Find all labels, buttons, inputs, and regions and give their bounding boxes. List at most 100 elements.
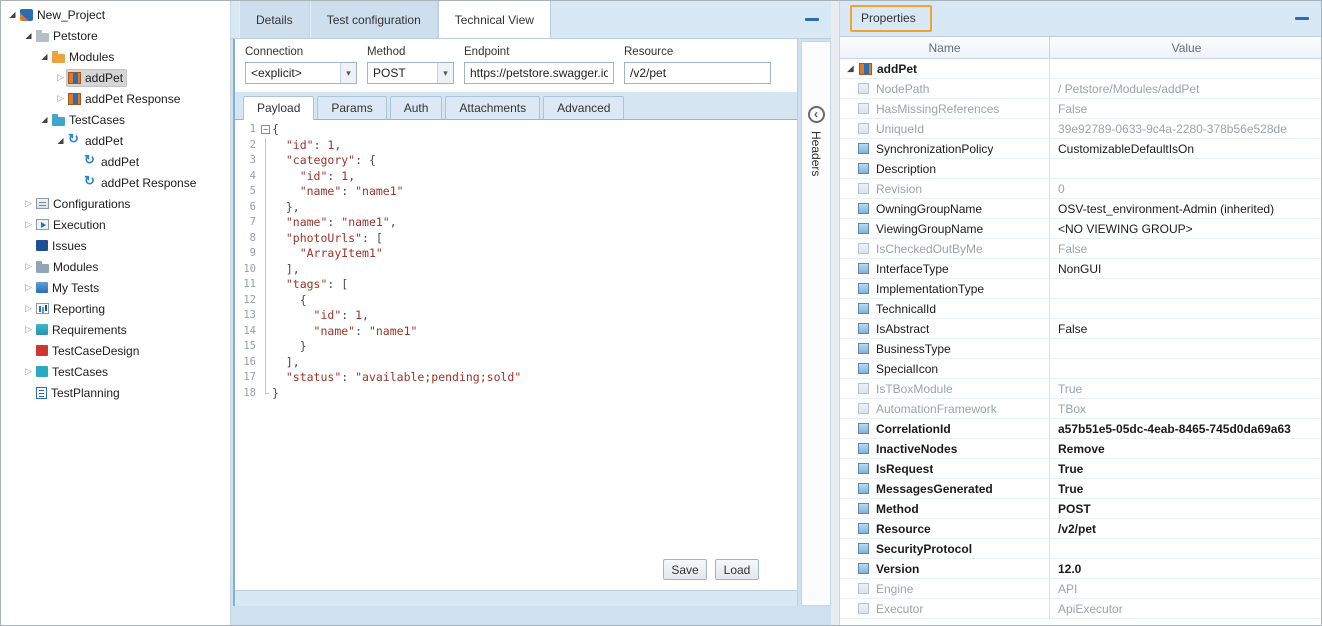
property-value[interactable]: True: [1050, 382, 1322, 396]
property-row-isrequest[interactable]: IsRequestTrue: [840, 459, 1322, 479]
collapse-arrow-icon[interactable]: ◢: [54, 136, 67, 145]
expand-arrow-icon[interactable]: ▷: [22, 303, 35, 314]
chevron-down-icon[interactable]: ▾: [340, 63, 356, 83]
expand-arrow-icon[interactable]: ▷: [54, 93, 67, 104]
property-row-implementationtype[interactable]: ImplementationType: [840, 279, 1322, 299]
tree-item-new_project[interactable]: ◢New_Project: [1, 4, 230, 25]
property-value[interactable]: 12.0: [1050, 562, 1322, 576]
property-row-messagesgenerated[interactable]: MessagesGeneratedTrue: [840, 479, 1322, 499]
collapse-arrow-icon[interactable]: ◢: [6, 10, 19, 19]
property-row-correlationid[interactable]: CorrelationIda57b51e5-05dc-4eab-8465-745…: [840, 419, 1322, 439]
property-row-synchronizationpolicy[interactable]: SynchronizationPolicyCustomizableDefault…: [840, 139, 1322, 159]
property-row-automationframework[interactable]: AutomationFrameworkTBox: [840, 399, 1322, 419]
expand-arrow-icon[interactable]: ▷: [22, 366, 35, 377]
property-value[interactable]: True: [1050, 462, 1322, 476]
expand-arrow-icon[interactable]: ▷: [22, 198, 35, 209]
property-row-description[interactable]: Description: [840, 159, 1322, 179]
tree-item-requirements[interactable]: ▷Requirements: [1, 319, 230, 340]
tree-item-my-tests[interactable]: ▷My Tests: [1, 277, 230, 298]
connection-select[interactable]: <explicit>▾: [245, 62, 357, 84]
property-value[interactable]: a57b51e5-05dc-4eab-8465-745d0da69a63: [1050, 422, 1322, 436]
property-value[interactable]: Remove: [1050, 442, 1322, 456]
property-value[interactable]: / Petstore/Modules/addPet: [1050, 82, 1322, 96]
property-row-engine[interactable]: EngineAPI: [840, 579, 1322, 599]
collapse-panel-icon[interactable]: [805, 18, 819, 21]
property-row-method[interactable]: MethodPOST: [840, 499, 1322, 519]
property-row-ischeckedoutbyme[interactable]: IsCheckedOutByMeFalse: [840, 239, 1322, 259]
tree-item-configurations[interactable]: ▷Configurations: [1, 193, 230, 214]
property-row-securityprotocol[interactable]: SecurityProtocol: [840, 539, 1322, 559]
tab-payload[interactable]: Payload: [243, 96, 314, 120]
tab-advanced[interactable]: Advanced: [543, 96, 624, 119]
property-row-nodepath[interactable]: NodePath/ Petstore/Modules/addPet: [840, 79, 1322, 99]
tree-item-addpet[interactable]: addPet: [1, 151, 230, 172]
expand-arrow-icon[interactable]: ▷: [22, 282, 35, 293]
property-row-executor[interactable]: ExecutorApiExecutor: [840, 599, 1322, 619]
tree-item-petstore[interactable]: ◢Petstore: [1, 25, 230, 46]
property-value[interactable]: CustomizableDefaultIsOn: [1050, 142, 1322, 156]
expand-arrow-icon[interactable]: ▷: [22, 219, 35, 230]
tab-technical-view[interactable]: Technical View: [438, 1, 551, 38]
method-select[interactable]: POST▾: [367, 62, 454, 84]
tree-item-testcases[interactable]: ▷TestCases: [1, 361, 230, 382]
collapse-arrow-icon[interactable]: ◢: [22, 31, 35, 40]
tree-item-testcasedesign[interactable]: TestCaseDesign: [1, 340, 230, 361]
property-value[interactable]: False: [1050, 242, 1322, 256]
collapse-arrow-icon[interactable]: ◢: [38, 115, 51, 124]
property-value[interactable]: POST: [1050, 502, 1322, 516]
tree-item-testcases[interactable]: ◢TestCases: [1, 109, 230, 130]
tab-test-configuration[interactable]: Test configuration: [310, 1, 438, 38]
property-value[interactable]: False: [1050, 102, 1322, 116]
property-row-interfacetype[interactable]: InterfaceTypeNonGUI: [840, 259, 1322, 279]
property-value[interactable]: <NO VIEWING GROUP>: [1050, 222, 1322, 236]
tree-item-testplanning[interactable]: TestPlanning: [1, 382, 230, 403]
collapse-arrow-icon[interactable]: ◢: [38, 52, 51, 61]
property-row-owninggroupname[interactable]: OwningGroupNameOSV-test_environment-Admi…: [840, 199, 1322, 219]
resource-input[interactable]: [624, 62, 771, 84]
load-button[interactable]: Load: [715, 559, 759, 580]
tree-item-addpet[interactable]: ◢addPet: [1, 130, 230, 151]
tab-details[interactable]: Details: [239, 1, 310, 38]
tree-item-modules[interactable]: ▷Modules: [1, 256, 230, 277]
tree-item-addpet-response[interactable]: addPet Response: [1, 172, 230, 193]
tree-item-execution[interactable]: ▷Execution: [1, 214, 230, 235]
collapse-arrow-icon[interactable]: ◢: [844, 64, 857, 73]
endpoint-input[interactable]: [464, 62, 614, 84]
property-row-hasmissingreferences[interactable]: HasMissingReferencesFalse: [840, 99, 1322, 119]
property-row-isabstract[interactable]: IsAbstractFalse: [840, 319, 1322, 339]
tree-item-addpet-response[interactable]: ▷addPet Response: [1, 88, 230, 109]
property-row-resource[interactable]: Resource/v2/pet: [840, 519, 1322, 539]
property-row-specialicon[interactable]: SpecialIcon: [840, 359, 1322, 379]
expand-headers-icon[interactable]: ‹: [808, 106, 825, 123]
property-value[interactable]: OSV-test_environment-Admin (inherited): [1050, 202, 1322, 216]
tree-item-addpet[interactable]: ▷addPet: [1, 67, 230, 88]
property-row-istboxmodule[interactable]: IsTBoxModuleTrue: [840, 379, 1322, 399]
property-value[interactable]: True: [1050, 482, 1322, 496]
property-value[interactable]: False: [1050, 322, 1322, 336]
save-button[interactable]: Save: [663, 559, 707, 580]
property-row-technicalid[interactable]: TechnicalId: [840, 299, 1322, 319]
payload-json-editor[interactable]: 1−{2 "id": 1,3 "category": {4 "id": 1,5 …: [235, 120, 797, 401]
property-value[interactable]: API: [1050, 582, 1322, 596]
tab-auth[interactable]: Auth: [390, 96, 443, 119]
headers-side-tab[interactable]: ‹ Headers: [801, 41, 831, 606]
fold-collapse-icon[interactable]: −: [259, 122, 272, 138]
property-row-revision[interactable]: Revision0: [840, 179, 1322, 199]
property-value[interactable]: /v2/pet: [1050, 522, 1322, 536]
tree-item-issues[interactable]: Issues: [1, 235, 230, 256]
tab-attachments[interactable]: Attachments: [445, 96, 540, 119]
property-row-viewinggroupname[interactable]: ViewingGroupName<NO VIEWING GROUP>: [840, 219, 1322, 239]
tree-item-modules[interactable]: ◢Modules: [1, 46, 230, 67]
property-value[interactable]: ApiExecutor: [1050, 602, 1322, 616]
expand-arrow-icon[interactable]: ▷: [54, 72, 67, 83]
expand-arrow-icon[interactable]: ▷: [22, 324, 35, 335]
property-row-businesstype[interactable]: BusinessType: [840, 339, 1322, 359]
tab-params[interactable]: Params: [317, 96, 386, 119]
property-value[interactable]: NonGUI: [1050, 262, 1322, 276]
property-root-row[interactable]: ◢ addPet: [840, 59, 1322, 79]
expand-arrow-icon[interactable]: ▷: [22, 261, 35, 272]
property-row-version[interactable]: Version12.0: [840, 559, 1322, 579]
property-row-uniqueid[interactable]: UniqueId39e92789-0633-9c4a-2280-378b56e5…: [840, 119, 1322, 139]
collapse-panel-icon[interactable]: [1295, 17, 1309, 20]
tree-item-reporting[interactable]: ▷Reporting: [1, 298, 230, 319]
